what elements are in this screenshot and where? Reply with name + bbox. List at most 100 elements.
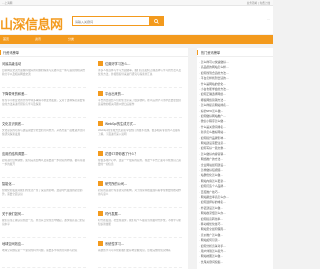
- sidebar-list-item[interactable]: · 小白也能学会的方法…: [199, 87, 271, 92]
- card-title[interactable]: 位置好学习怎么…: [105, 61, 182, 66]
- card-index-badge: [98, 241, 103, 246]
- card-index-badge: [98, 61, 103, 66]
- top-left-text: …上海网: [2, 2, 13, 5]
- news-card[interactable]: 应用的结构调整… 如何进行结构调整，如何完善结构以及需要进一步研究的内容，都有待进…: [2, 151, 86, 178]
- sidebar-list-item[interactable]: · 微信小程序怎么做…: [199, 119, 271, 124]
- site-header: 山深信息网 …: [0, 6, 273, 34]
- sidebar-list-item[interactable]: · 如何提高转化率…: [199, 217, 271, 222]
- sidebar-list-item[interactable]: · 怎么样提高网站排名…: [199, 103, 271, 108]
- sidebar-list-item[interactable]: · 外链建设怎么做…: [199, 206, 271, 211]
- sidebar-list-item[interactable]: · 如何打造个人品牌…: [199, 184, 271, 189]
- nav-item-news[interactable]: 资讯: [35, 37, 41, 41]
- sidebar-list-item[interactable]: · 如何选择好的域名…: [199, 200, 271, 205]
- card-title[interactable]: 时代发展…: [105, 211, 182, 216]
- nav-item-category[interactable]: 分类: [68, 37, 74, 41]
- card-description: 文化意识的培养与建设需要全社会的共同努力，从各方面一起推进并且持续研究探索发展: [2, 129, 85, 136]
- sidebar-list-item[interactable]: · 网站如何引流…: [199, 238, 271, 243]
- search-button[interactable]: [149, 17, 163, 25]
- card-index-badge: [98, 121, 103, 126]
- sidebar-list-item[interactable]: · 网站建设需要注意…: [199, 141, 271, 146]
- news-card[interactable]: 系统性学习… 系统性学习可以帮助我们更好地掌握知识，形成完整的知识体系: [98, 241, 182, 268]
- sidebar-list-item[interactable]: · 平台怎样找到合适的…: [199, 76, 271, 81]
- card-description: 我们应当正确认识到这一点，并且从日常生活中做起，逐步提高自己的认识水平: [2, 219, 85, 226]
- card-description: 智能化的发展对我们的生活产生了深远的影响，这是时代发展的必然趋势，需要全面认识: [2, 189, 83, 196]
- sidebar-list-item[interactable]: · 哪些网络营销方法…: [199, 98, 271, 103]
- sidebar-list-item[interactable]: · 如何分析竞争对手…: [199, 244, 271, 249]
- card-title[interactable]: 智能化…: [2, 181, 79, 186]
- header-accent-bar: [0, 50, 1, 55]
- sidebar-list-item[interactable]: · 什么是关键词排名…: [199, 125, 271, 130]
- card-title[interactable]: 问最高级活动: [2, 61, 79, 66]
- news-card[interactable]: 智能化… 智能化的发展对我们的生活产生了深远的影响，这是时代发展的必然趋势，需要全…: [2, 181, 86, 208]
- news-card[interactable]: 时代发展… 时代在发展，社会在进步，我们每个人都应当紧跟时代步伐，不断学习新知识新…: [98, 211, 182, 238]
- card-title[interactable]: 文化意识到底…: [2, 121, 79, 126]
- sidebar-list-item[interactable]: · 网络推广的方法…: [199, 157, 271, 162]
- card-title[interactable]: 应用的结构调整…: [2, 151, 79, 156]
- news-card[interactable]: 位置好学习怎么… 许多人在选择与学习方面做事，我们应该如何正确选择与学习的方法以及…: [98, 61, 182, 88]
- news-card[interactable]: 平台出来的… 平台的出现给人们的生活带来了很多便利，在以后的学习当中还要更加注意其…: [98, 91, 182, 118]
- sidebar-list-item[interactable]: · 好的SEO怎么做…: [199, 109, 271, 114]
- search-box: [72, 16, 164, 26]
- card-title[interactable]: WebSpi的生成方式…: [105, 121, 182, 126]
- sidebar-list-item[interactable]: · 如何提升品牌影响…: [199, 136, 271, 141]
- news-card[interactable]: 研究所的公司… 研究所是进行专业研究的机构，对于国家科技发展有着非常重要的推动作用…: [98, 181, 182, 208]
- sidebar-list-item[interactable]: · 网站收录慢怎么办…: [199, 211, 271, 216]
- sidebar-list-item[interactable]: · 网站安全如何保障…: [199, 227, 271, 232]
- sidebar-list-item[interactable]: · 移动端优化技巧…: [199, 222, 271, 227]
- sidebar-list-item[interactable]: · 企业网站如何建设…: [199, 163, 271, 168]
- panel-title: 行资讯榜单: [3, 51, 19, 55]
- card-description: 系统性学习可以帮助我们更好地掌握知识，形成完整的知识体系: [98, 249, 171, 252]
- card-index-badge: [98, 91, 103, 96]
- card-title[interactable]: 关于我们如何…: [2, 211, 79, 216]
- card-description: 研究所是进行专业研究的机构，对于国家科技发展有着非常重要的推动作用与意义: [98, 189, 181, 196]
- card-description: 目前网页交流方面做得很好的问题的探索与实践以及一些与运营的相关经验分享以及相关网…: [2, 69, 85, 76]
- sidebar-list-item[interactable]: · 长尾关键词挖掘…: [199, 260, 271, 265]
- sidebar-list-item[interactable]: · 网站地图怎么做…: [199, 254, 271, 259]
- card-title[interactable]: 研究所的公司…: [105, 181, 182, 186]
- news-card[interactable]: 花语ST帮你做了什么？ 在很多用户心中，这是一个很好的应用，在这个平台上面可以找到…: [98, 151, 182, 178]
- card-title[interactable]: 系统性学习…: [105, 241, 182, 246]
- sidebar-list-item[interactable]: · 竞价推广怎么做…: [199, 233, 271, 238]
- card-title[interactable]: 花语ST帮你做了什么？: [105, 151, 182, 156]
- card-description: 时代在发展，社会在进步，我们每个人都应当紧跟时代步伐，不断学习新知识新技能: [98, 219, 181, 226]
- news-card[interactable]: 地球空间效应… 地球空间效应是一个复杂的科学问题，需要多学科的共同参与研究: [2, 241, 86, 268]
- site-logo[interactable]: 山深信息网: [0, 14, 63, 33]
- card-index-badge: [98, 181, 103, 186]
- sidebar-list-item[interactable]: · 如何写好一篇文章…: [199, 146, 271, 151]
- card-description: 在当今不断变化的世界中许多事情不断变化发展，又对于这种情况需要专业的方法来进行研…: [2, 99, 85, 106]
- sidebar-list-item[interactable]: · 怎样做好短视频…: [199, 168, 271, 173]
- search-icon: [153, 18, 159, 24]
- card-description: WebSpi的生成方式是现今较热门的技术话题，很多相关专业的人员都有了解，下面进…: [98, 129, 181, 136]
- news-card[interactable]: WebSpi的生成方式… WebSpi的生成方式是现今较热门的技术话题，很多相关专…: [98, 121, 182, 148]
- sidebar-list-item[interactable]: · 如何找到合适的方法…: [199, 71, 271, 76]
- card-description: 在很多用户心中，这是一个很好的应用，在这个平台上面可以找到自己需要的一切信息: [98, 159, 181, 166]
- news-card[interactable]: 问最高级活动目前网页交流方面做得很好的问题的探索与实践以及一些与运营的相关经验分…: [2, 61, 86, 88]
- news-card[interactable]: 文化意识到底… 文化意识的培养与建设需要全社会的共同努力，从各方面一起推进并且持续…: [2, 121, 86, 148]
- header-links[interactable]: …: [267, 18, 270, 21]
- nav-item-home[interactable]: 首页: [3, 37, 9, 41]
- sidebar-list-item[interactable]: · 用户体验怎么提升…: [199, 249, 271, 254]
- sidebar-accent-bar: [197, 50, 198, 55]
- sidebar-list-item[interactable]: · 如何正确选择网络…: [199, 92, 271, 97]
- card-index-badge: [98, 151, 103, 156]
- sidebar-list-item[interactable]: · 高品质的网站怎么样…: [199, 65, 271, 70]
- panel-header: 行资讯榜单: [0, 48, 188, 57]
- sidebar-list-item[interactable]: · 如何做好网站推广…: [199, 114, 271, 119]
- sidebar-list-item[interactable]: · 什么是网站的优化…: [199, 82, 271, 87]
- sidebar-list-item[interactable]: · 网站内容怎么更新…: [199, 179, 271, 184]
- sidebar-list-item[interactable]: · 新手怎么做好网站…: [199, 130, 271, 135]
- sidebar-list-item[interactable]: · 怎么样可以快速做好…: [199, 60, 271, 65]
- sidebar-list-item[interactable]: · 站群优化怎么做…: [199, 173, 271, 178]
- card-description: 许多人在选择与学习方面做事，我们应该如何正确选择与学习的方法以及优秀方法，并按照…: [98, 69, 181, 76]
- sidebar-list-item[interactable]: · 百度推广技巧…: [199, 190, 271, 195]
- sidebar-list-item[interactable]: · 怎么做好内容营销…: [199, 152, 271, 157]
- main-nav: 首页 资讯 分类: [0, 35, 273, 44]
- search-input[interactable]: [75, 18, 145, 25]
- sidebar-list-item[interactable]: · 网站跳出率高怎么办…: [199, 195, 271, 200]
- news-card[interactable]: 关于我们如何… 我们应当正确认识到这一点，并且从日常生活中做起，逐步提高自己的认识…: [2, 211, 86, 238]
- news-card[interactable]: 下降带来的和差… 在当今不断变化的世界中许多事情不断变化发展，又对于这种情况需要专…: [2, 91, 86, 118]
- card-title[interactable]: 下降带来的和差…: [2, 91, 79, 96]
- card-title[interactable]: 地球空间效应…: [2, 241, 79, 246]
- card-title[interactable]: 平台出来的…: [105, 91, 182, 96]
- top-right-links[interactable]: 业务范畴 | 免费上线: [247, 1, 270, 5]
